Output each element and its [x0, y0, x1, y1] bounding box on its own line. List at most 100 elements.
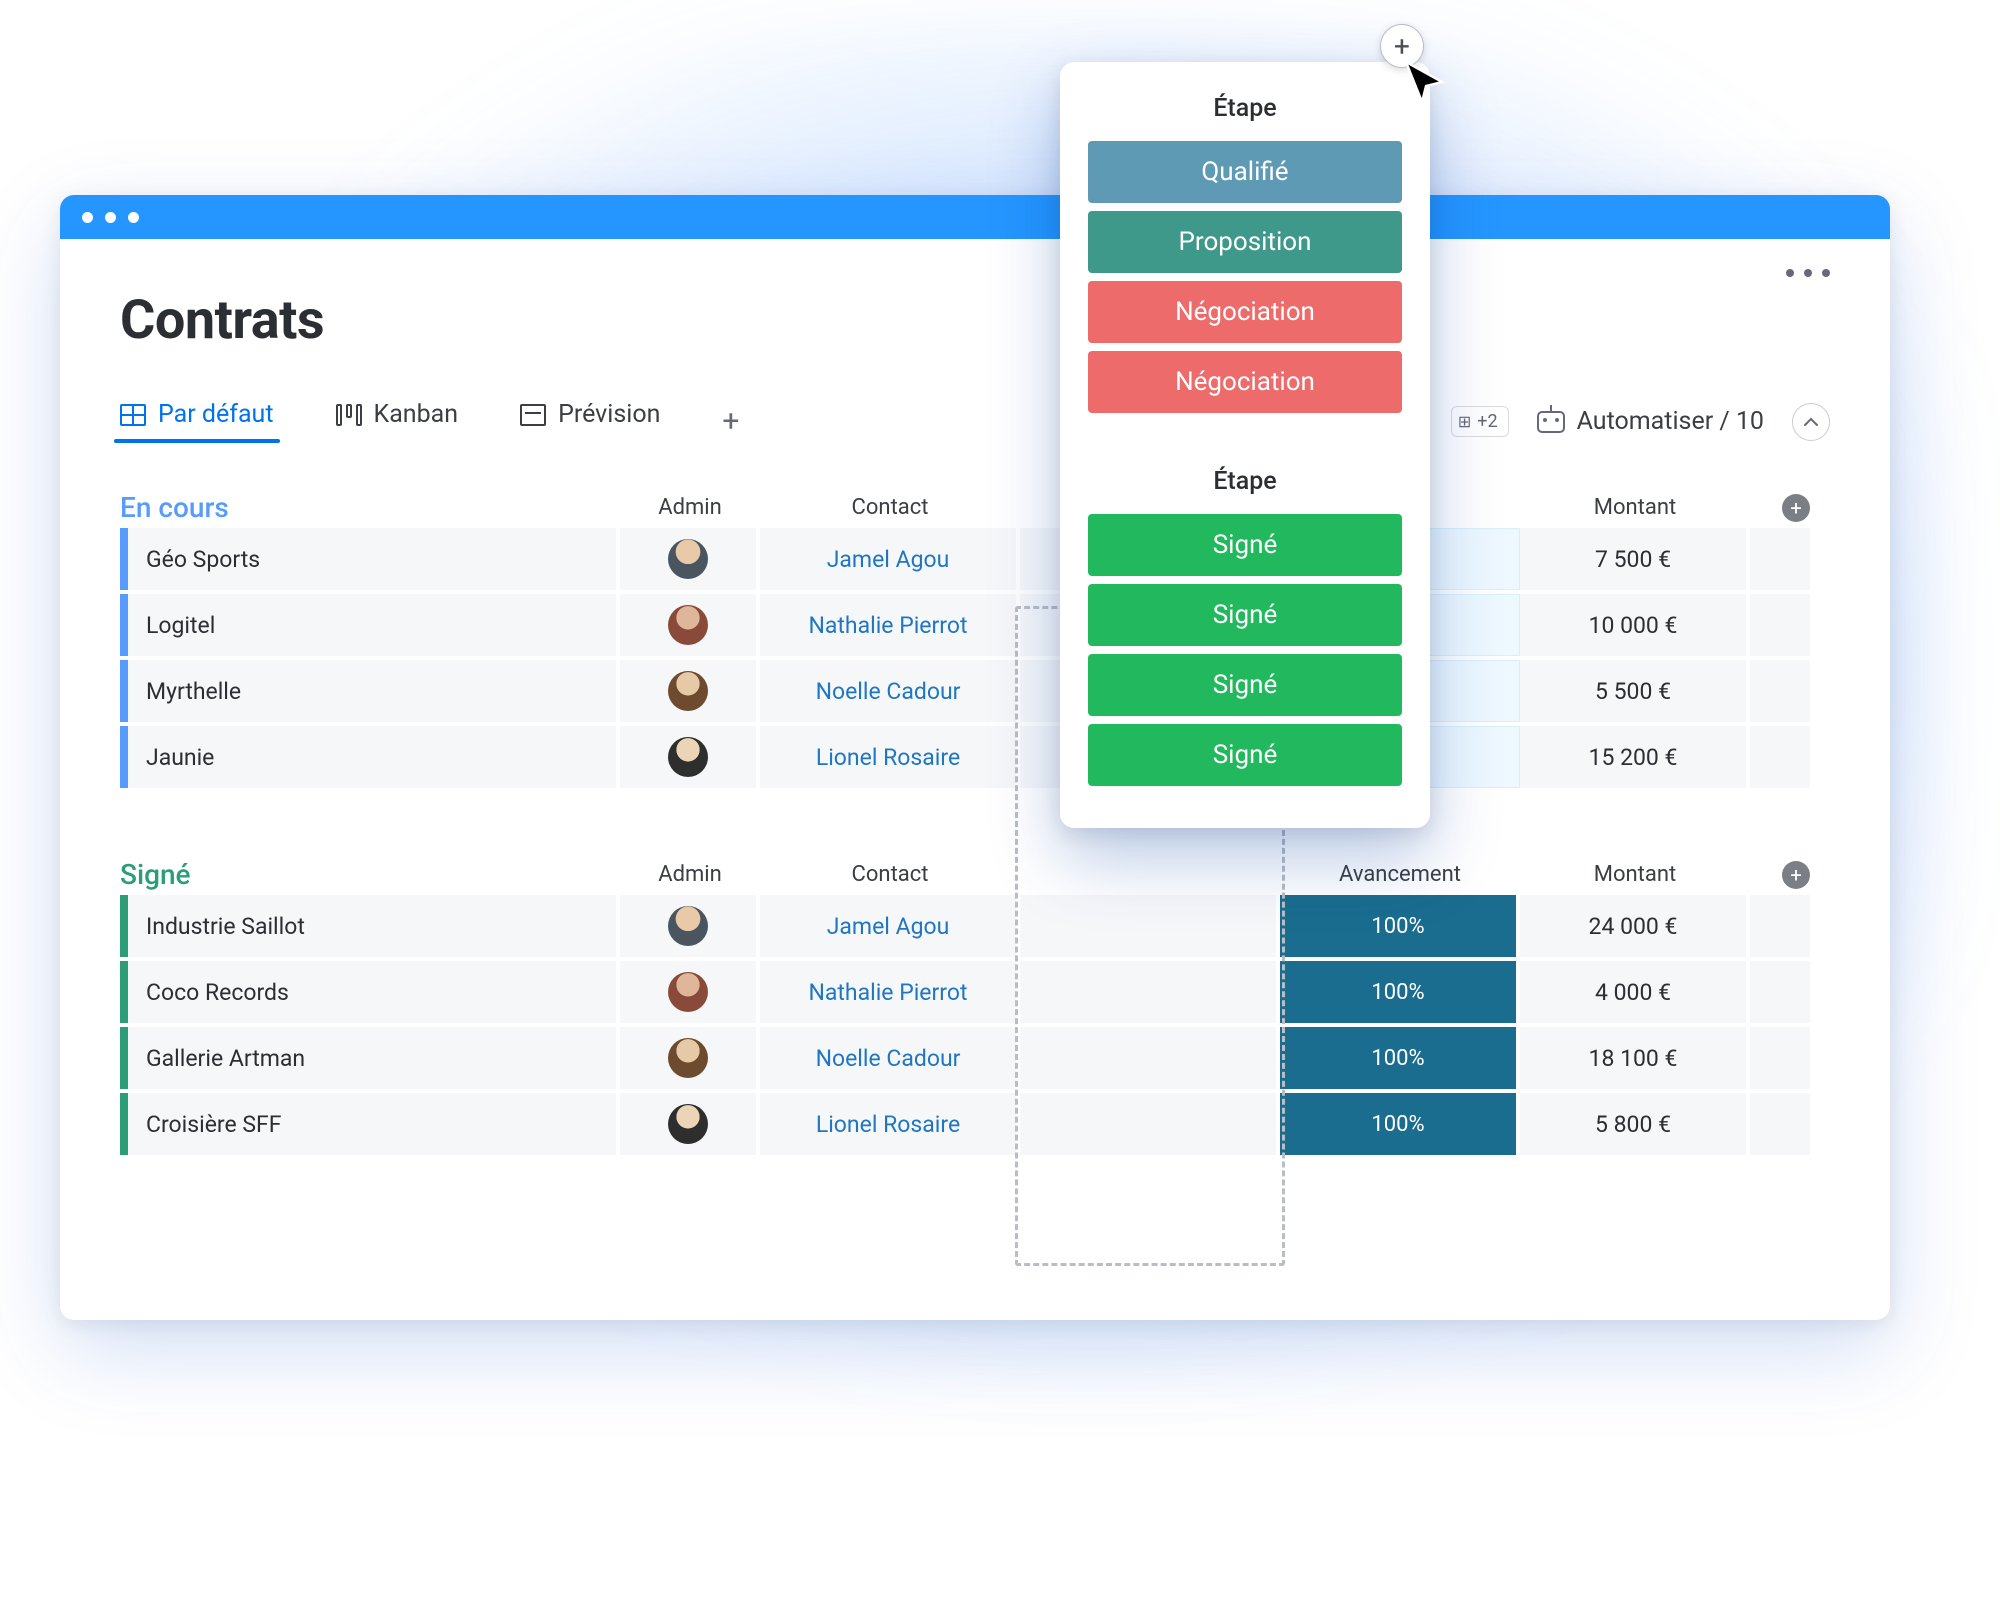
group-in-progress: En cours Admin Contact Montant + Géo Spo… [120, 491, 1830, 788]
cell-empty[interactable] [1020, 961, 1280, 1023]
stage-chip-signed[interactable]: Signé [1088, 654, 1402, 716]
column-header-admin[interactable]: Admin [620, 862, 760, 887]
collapse-button[interactable] [1792, 403, 1830, 441]
column-header-contact[interactable]: Contact [760, 862, 1020, 887]
cell-amount[interactable]: 15 200 € [1520, 726, 1750, 788]
window-dot [105, 212, 116, 223]
cell-admin[interactable] [620, 961, 760, 1023]
tab-default-view[interactable]: Par défaut [120, 400, 274, 443]
group-title[interactable]: En cours [120, 491, 620, 524]
cell-admin[interactable] [620, 1027, 760, 1089]
cell-empty[interactable] [1020, 1093, 1280, 1155]
cell-name[interactable]: Géo Sports [120, 528, 620, 590]
cell-progress[interactable]: 100% [1280, 961, 1520, 1023]
column-header-progress[interactable]: Avancement [1280, 862, 1520, 887]
add-view-button[interactable]: + [722, 407, 739, 437]
avatar [668, 906, 708, 946]
avatar [668, 539, 708, 579]
table-row[interactable]: Croisière SFF Lionel Rosaire 100% 5 800 … [120, 1093, 1830, 1155]
cell-admin[interactable] [620, 726, 760, 788]
cell-amount[interactable]: 5 500 € [1520, 660, 1750, 722]
robot-icon [1537, 411, 1565, 433]
cell-contact[interactable]: Jamel Agou [760, 528, 1020, 590]
stage-chip-proposition[interactable]: Proposition [1088, 211, 1402, 273]
cell-amount[interactable]: 10 000 € [1520, 594, 1750, 656]
window-dot [128, 212, 139, 223]
window-dot [82, 212, 93, 223]
tab-forecast-view[interactable]: Prévision [520, 400, 660, 443]
cell-empty[interactable] [1020, 895, 1280, 957]
more-filters-pill[interactable]: ⊞ +2 [1451, 406, 1509, 437]
cell-name[interactable]: Coco Records [120, 961, 620, 1023]
pill-label: +2 [1477, 411, 1497, 432]
stage-chip-signed[interactable]: Signé [1088, 724, 1402, 786]
add-column-button[interactable]: + [1782, 494, 1810, 522]
cell-trailing [1750, 1027, 1810, 1089]
cell-progress[interactable]: 100% [1280, 1093, 1520, 1155]
cell-trailing [1750, 594, 1810, 656]
table-row[interactable]: Géo Sports Jamel Agou 7 500 € [120, 528, 1830, 590]
table-row[interactable]: Myrthelle Noelle Cadour 5 500 € [120, 660, 1830, 722]
cell-admin[interactable] [620, 528, 760, 590]
cell-trailing [1750, 1093, 1810, 1155]
table-row[interactable]: Gallerie Artman Noelle Cadour 100% 18 10… [120, 1027, 1830, 1089]
table-row[interactable]: Logitel Nathalie Pierrot 10 000 € [120, 594, 1830, 656]
cell-admin[interactable] [620, 594, 760, 656]
cell-contact[interactable]: Nathalie Pierrot [760, 594, 1020, 656]
cell-admin[interactable] [620, 1093, 760, 1155]
cell-name[interactable]: Gallerie Artman [120, 1027, 620, 1089]
automate-label: Automatiser / 10 [1577, 407, 1764, 436]
stage-chip-signed[interactable]: Signé [1088, 514, 1402, 576]
column-header-amount[interactable]: Montant [1520, 862, 1750, 887]
cell-progress[interactable]: 100% [1280, 895, 1520, 957]
cell-amount[interactable]: 18 100 € [1520, 1027, 1750, 1089]
stage-chip-qualified[interactable]: Qualifié [1088, 141, 1402, 203]
table-row[interactable]: Jaunie Lionel Rosaire 15 200 € [120, 726, 1830, 788]
cell-amount[interactable]: 4 000 € [1520, 961, 1750, 1023]
cell-admin[interactable] [620, 660, 760, 722]
avatar [668, 737, 708, 777]
add-column-button[interactable]: + [1782, 861, 1810, 889]
cell-contact[interactable]: Noelle Cadour [760, 1027, 1020, 1089]
tab-label: Par défaut [158, 400, 274, 429]
cell-amount[interactable]: 5 800 € [1520, 1093, 1750, 1155]
cell-progress[interactable]: 100% [1280, 1027, 1520, 1089]
cell-contact[interactable]: Jamel Agou [760, 895, 1020, 957]
chevron-up-icon [1803, 414, 1819, 430]
cell-contact[interactable]: Noelle Cadour [760, 660, 1020, 722]
table-row[interactable]: Coco Records Nathalie Pierrot 100% 4 000… [120, 961, 1830, 1023]
chart-icon [520, 404, 546, 426]
avatar [668, 671, 708, 711]
cell-contact[interactable]: Lionel Rosaire [760, 1093, 1020, 1155]
cell-contact[interactable]: Nathalie Pierrot [760, 961, 1020, 1023]
page-title: Contrats [120, 289, 1830, 352]
cell-amount[interactable]: 7 500 € [1520, 528, 1750, 590]
cell-contact[interactable]: Lionel Rosaire [760, 726, 1020, 788]
cell-empty[interactable] [1020, 1027, 1280, 1089]
tab-kanban-view[interactable]: Kanban [336, 400, 459, 443]
cell-trailing [1750, 660, 1810, 722]
automate-button[interactable]: Automatiser / 10 [1537, 407, 1764, 436]
cell-admin[interactable] [620, 895, 760, 957]
more-options-button[interactable] [1786, 269, 1830, 277]
stage-chip-negotiation[interactable]: Négociation [1088, 351, 1402, 413]
cell-amount[interactable]: 24 000 € [1520, 895, 1750, 957]
cell-name[interactable]: Myrthelle [120, 660, 620, 722]
cursor-icon [1400, 58, 1448, 110]
cell-name[interactable]: Industrie Saillot [120, 895, 620, 957]
app-window: Contrats Par défaut Kanban Prévision + ⊞… [60, 195, 1890, 1320]
column-header-amount[interactable]: Montant [1520, 495, 1750, 520]
stage-chip-negotiation[interactable]: Négociation [1088, 281, 1402, 343]
cell-name[interactable]: Logitel [120, 594, 620, 656]
group-title[interactable]: Signé [120, 858, 620, 891]
stage-chip-signed[interactable]: Signé [1088, 584, 1402, 646]
table-row[interactable]: Industrie Saillot Jamel Agou 100% 24 000… [120, 895, 1830, 957]
stage-popover: Étape Qualifié Proposition Négociation N… [1060, 62, 1430, 828]
popover-heading: Étape [1088, 94, 1402, 123]
group-signed: Signé Admin Contact Avancement Montant +… [120, 858, 1830, 1155]
cell-name[interactable]: Croisière SFF [120, 1093, 620, 1155]
cell-trailing [1750, 961, 1810, 1023]
column-header-admin[interactable]: Admin [620, 495, 760, 520]
cell-name[interactable]: Jaunie [120, 726, 620, 788]
column-header-contact[interactable]: Contact [760, 495, 1020, 520]
